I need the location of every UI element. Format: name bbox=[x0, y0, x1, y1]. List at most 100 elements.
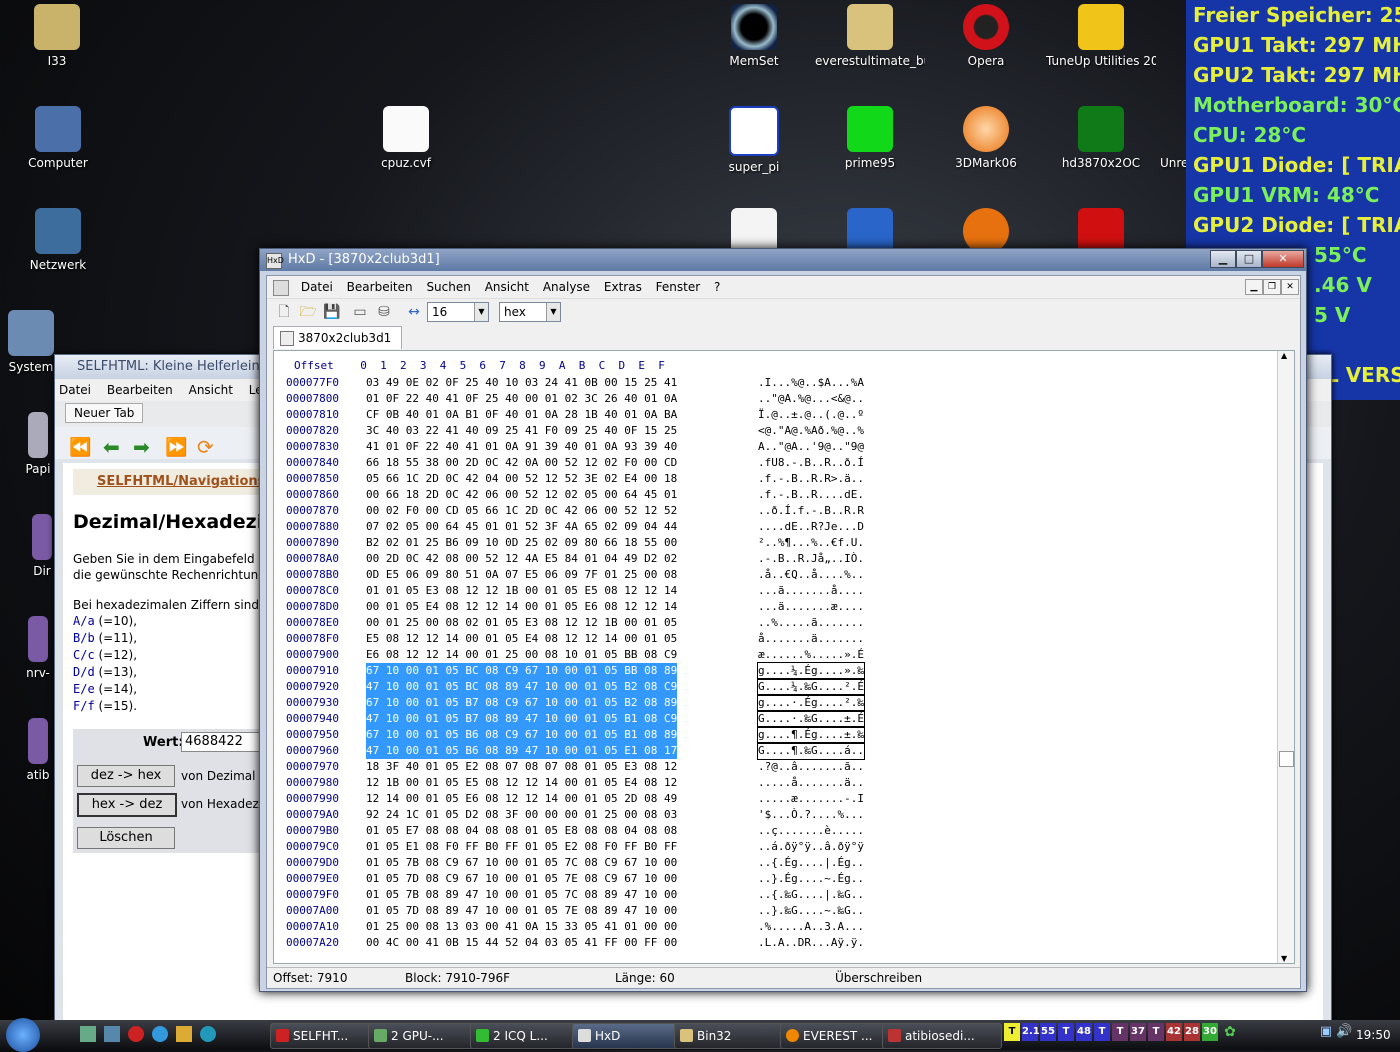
row-bytes[interactable]: 01 05 7B 08 89 47 10 00 01 05 7C 08 89 4… bbox=[366, 887, 677, 903]
start-button[interactable] bbox=[6, 1018, 40, 1052]
tray-item[interactable]: T bbox=[1094, 1023, 1110, 1041]
media-icon[interactable] bbox=[176, 1026, 192, 1042]
hex-row[interactable]: 00007870 00 02 F0 00 CD 05 66 1C 2D 0C 42… bbox=[274, 503, 1274, 519]
row-ascii[interactable]: ...ä.......æ.... bbox=[758, 599, 864, 615]
hex-row[interactable]: 00007A10 01 25 00 08 13 03 00 41 0A 15 33… bbox=[274, 919, 1274, 935]
scroll-up-icon[interactable]: ▲ bbox=[1281, 351, 1287, 360]
row-bytes[interactable]: 01 05 7D 08 C9 67 10 00 01 05 7E 08 C9 6… bbox=[366, 871, 677, 887]
hex-row[interactable]: 000078A0 00 2D 0C 42 08 00 52 12 4A E5 84… bbox=[274, 551, 1274, 567]
hex-row[interactable]: 00007940 47 10 00 01 05 B7 08 89 47 10 00… bbox=[274, 710, 1274, 728]
row-bytes[interactable]: 00 01 25 00 08 02 01 05 E3 08 12 12 1B 0… bbox=[366, 615, 677, 631]
opera-icon[interactable] bbox=[128, 1026, 144, 1042]
row-ascii[interactable]: .f.-.B..R.R>.ä.. bbox=[758, 471, 864, 487]
hex-row[interactable]: 00007810 CF 0B 40 01 0A B1 0F 40 01 0A 28… bbox=[274, 407, 1274, 423]
hex-row[interactable]: 000079F0 01 05 7B 08 89 47 10 00 01 05 7C… bbox=[274, 887, 1274, 903]
row-ascii[interactable]: ²..%¶...%..€f.U. bbox=[758, 535, 864, 551]
desktop-icon-computer[interactable]: Computer bbox=[3, 106, 113, 170]
tray-item[interactable]: 48 bbox=[1076, 1023, 1092, 1041]
mdi-close-button[interactable]: ✕ bbox=[1281, 279, 1299, 295]
reload-icon[interactable]: ⟳ bbox=[197, 435, 214, 459]
volume-icon[interactable]: 🔊 bbox=[1336, 1023, 1352, 1041]
back-icon[interactable]: ⬅ bbox=[103, 435, 120, 459]
row-ascii[interactable]: <@."A@.%Að.%@..% bbox=[758, 423, 864, 439]
desktop-icon-system[interactable]: System bbox=[3, 310, 59, 374]
row-bytes[interactable]: E5 08 12 12 14 00 01 05 E4 08 12 12 14 0… bbox=[366, 631, 677, 647]
row-bytes[interactable]: 01 05 7B 08 C9 67 10 00 01 05 7C 08 C9 6… bbox=[366, 855, 677, 871]
row-bytes[interactable]: 3C 40 03 22 41 40 09 25 41 F0 09 25 40 0… bbox=[366, 423, 677, 439]
hex-row[interactable]: 00007850 05 66 1C 2D 0C 42 04 00 52 12 52… bbox=[274, 471, 1274, 487]
row-ascii[interactable]: ..}.Ég....~.Ég.. bbox=[758, 871, 864, 887]
row-bytes[interactable]: 47 10 00 01 05 B7 08 89 47 10 00 01 05 B… bbox=[366, 711, 678, 727]
menu-fenster[interactable]: Fenster bbox=[656, 280, 701, 294]
row-ascii[interactable]: '$...Ò.?....%... bbox=[758, 807, 864, 823]
menu-suchen[interactable]: Suchen bbox=[426, 280, 470, 294]
row-bytes[interactable]: 00 01 05 E4 08 12 12 14 00 01 05 E6 08 1… bbox=[366, 599, 677, 615]
forward-arrow-icon[interactable]: ⏩ bbox=[165, 437, 187, 458]
row-ascii[interactable]: ...ã.......å.... bbox=[758, 583, 864, 599]
scroll-down-icon[interactable]: ▼ bbox=[1281, 954, 1287, 963]
tray-item[interactable]: T bbox=[1112, 1023, 1128, 1041]
hex-row[interactable]: 00007990 12 14 00 01 05 E6 08 12 12 14 00… bbox=[274, 791, 1274, 807]
row-bytes[interactable]: 67 10 00 01 05 BC 08 C9 67 10 00 01 05 B… bbox=[366, 663, 678, 679]
hex-editor-view[interactable]: Offset 0 1 2 3 4 5 6 7 8 9 A B C D E F 0… bbox=[273, 350, 1295, 964]
row-bytes[interactable]: CF 0B 40 01 0A B1 0F 40 01 0A 28 1B 40 0… bbox=[366, 407, 677, 423]
desktop-icon-memset[interactable]: MemSet bbox=[699, 4, 809, 68]
show-desktop-icon[interactable] bbox=[80, 1026, 96, 1042]
row-bytes[interactable]: 00 2D 0C 42 08 00 52 12 4A E5 84 01 04 4… bbox=[366, 551, 677, 567]
tray-item[interactable]: 2.1 bbox=[1022, 1023, 1040, 1041]
row-bytes[interactable]: 01 01 05 E3 08 12 12 1B 00 01 05 E5 08 1… bbox=[366, 583, 677, 599]
row-ascii[interactable]: ..ð.Í.f.-.B..R.R bbox=[758, 503, 864, 519]
row-ascii[interactable]: å.......ä....... bbox=[758, 631, 864, 647]
row-bytes[interactable]: 0D E5 06 09 80 51 0A 07 E5 06 09 7F 01 2… bbox=[366, 567, 677, 583]
forward-icon[interactable]: ➡ bbox=[133, 435, 150, 459]
menu-bearbeiten[interactable]: Bearbeiten bbox=[347, 280, 413, 294]
desktop-icon-tuneup[interactable]: TuneUp Utilities 2008 bbox=[1046, 4, 1156, 68]
hex-row[interactable]: 000079A0 92 24 1C 01 05 D2 08 3F 00 00 00… bbox=[274, 807, 1274, 823]
row-ascii[interactable]: G....¶.‰G....á.. bbox=[757, 742, 865, 760]
row-bytes[interactable]: 00 02 F0 00 CD 05 66 1C 2D 0C 42 06 00 5… bbox=[366, 503, 677, 519]
row-ascii[interactable]: G....·.‰G....±.É bbox=[757, 710, 865, 728]
hex-row[interactable]: 00007920 47 10 00 01 05 BC 08 89 47 10 00… bbox=[274, 678, 1274, 696]
clock[interactable]: 19:50 bbox=[1356, 1020, 1391, 1050]
tray-item[interactable]: 30 bbox=[1202, 1023, 1218, 1041]
row-bytes[interactable]: B2 02 01 25 B6 09 10 0D 25 02 09 80 66 1… bbox=[366, 535, 677, 551]
hex-row[interactable]: 00007840 66 18 55 38 00 2D 0C 42 0A 00 52… bbox=[274, 455, 1274, 471]
desktop-icon-prime95[interactable]: prime95 bbox=[815, 106, 925, 170]
hxd-titlebar[interactable]: HxD HxD - [3870x2club3d1] ▁ □ ✕ bbox=[260, 249, 1306, 271]
menu-analyse[interactable]: Analyse bbox=[543, 280, 590, 294]
hex-row[interactable]: 00007980 12 1B 00 01 05 E5 08 12 12 14 00… bbox=[274, 775, 1274, 791]
desktop-icon-hd3870[interactable]: hd3870x2OC bbox=[1046, 106, 1156, 170]
hex-row[interactable]: 000079C0 01 05 E1 08 F0 FF B0 FF 01 05 E2… bbox=[274, 839, 1274, 855]
hex-row[interactable]: 00007A00 01 05 7D 08 89 47 10 00 01 05 7E… bbox=[274, 903, 1274, 919]
hex-row[interactable]: 00007830 41 01 0F 22 40 41 01 0A 91 39 40… bbox=[274, 439, 1274, 455]
tray-item[interactable]: 55 bbox=[1040, 1023, 1056, 1041]
row-ascii[interactable]: Ï.@..±.@..(.@..º bbox=[758, 407, 864, 423]
row-ascii[interactable]: .å..€Q..å....%.. bbox=[758, 567, 864, 583]
row-ascii[interactable]: ..{.‰G....|.‰G.. bbox=[758, 887, 864, 903]
bytes-per-row-select[interactable]: 16 ▼ bbox=[427, 302, 489, 322]
hex-row[interactable]: 000077F0 03 49 0E 02 0F 25 40 10 03 24 41… bbox=[274, 375, 1274, 391]
hex-row[interactable]: 00007900 E6 08 12 12 14 00 01 25 00 08 10… bbox=[274, 647, 1274, 663]
row-ascii[interactable]: .-.B..R.Jå„..IÒ. bbox=[758, 551, 864, 567]
tray-item[interactable]: 37 bbox=[1130, 1023, 1146, 1041]
row-bytes[interactable]: 00 66 18 2D 0C 42 06 00 52 12 02 05 00 6… bbox=[366, 487, 677, 503]
hex-row[interactable]: 00007910 67 10 00 01 05 BC 08 C9 67 10 00… bbox=[274, 662, 1274, 680]
row-bytes[interactable]: 01 05 7D 08 89 47 10 00 01 05 7E 08 89 4… bbox=[366, 903, 677, 919]
save-icon[interactable]: 💾 bbox=[323, 303, 341, 321]
hex-row[interactable]: 00007860 00 66 18 2D 0C 42 06 00 52 12 02… bbox=[274, 487, 1274, 503]
row-bytes[interactable]: 67 10 00 01 05 B6 08 C9 67 10 00 01 05 B… bbox=[366, 727, 678, 743]
row-ascii[interactable]: g....¼.Ég....».‰ bbox=[757, 662, 865, 680]
document-tab[interactable]: 3870x2club3d1 bbox=[273, 326, 403, 349]
icq-flower-icon[interactable]: ✿ bbox=[1222, 1023, 1238, 1041]
row-bytes[interactable]: 41 01 0F 22 40 41 01 0A 91 39 40 01 0A 9… bbox=[366, 439, 677, 455]
desktop-icon-atib[interactable]: atib bbox=[20, 718, 56, 782]
ram-icon[interactable]: ▭ bbox=[351, 303, 369, 321]
hex-row[interactable]: 00007960 47 10 00 01 05 B6 08 89 47 10 00… bbox=[274, 742, 1274, 760]
tray-item[interactable]: 28 bbox=[1184, 1023, 1200, 1041]
hex-row[interactable]: 00007970 18 3F 40 01 05 E2 08 07 08 07 08… bbox=[274, 759, 1274, 775]
row-bytes[interactable]: 92 24 1C 01 05 D2 08 3F 00 00 00 01 25 0… bbox=[366, 807, 677, 823]
desktop-icon-3dmark06[interactable]: 3DMark06 bbox=[931, 106, 1041, 170]
open-folder-icon[interactable]: 🗁 bbox=[299, 303, 317, 321]
row-ascii[interactable]: A.."@A..'9@.."9@ bbox=[758, 439, 864, 455]
row-ascii[interactable]: .f.-.B..R....dE. bbox=[758, 487, 864, 503]
